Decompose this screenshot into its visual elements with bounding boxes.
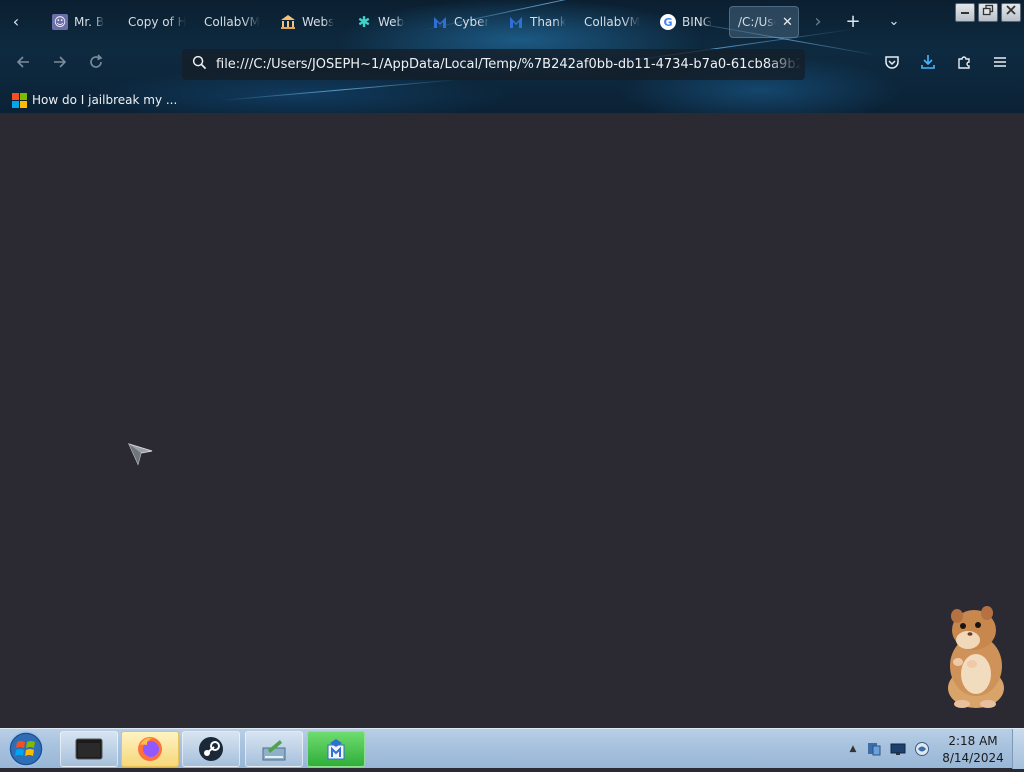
- malwarebytes-icon: [327, 739, 345, 760]
- taskbar: ▲ 2:18 AM 8/14/2024: [0, 728, 1024, 769]
- windows-orb-icon: [8, 731, 44, 767]
- google-icon: G: [660, 14, 676, 30]
- tab-9[interactable]: G BING: [652, 6, 718, 38]
- tab-label: CollabVM: [204, 15, 260, 29]
- bookmarks-toolbar: How do I jailbreak my ...: [0, 86, 1024, 113]
- close-icon: [1006, 5, 1016, 15]
- open-menu-button[interactable]: [986, 51, 1014, 79]
- restore-icon: [982, 4, 994, 16]
- avatar-icon: ☺: [52, 14, 68, 30]
- tab-3[interactable]: CollabVM: [196, 6, 262, 38]
- bookmark-item[interactable]: How do I jailbreak my ...: [12, 90, 177, 110]
- address-url[interactable]: file:///C:/Users/JOSEPH~1/AppData/Local/…: [216, 57, 801, 72]
- tab-label: /C:/Use: [738, 15, 776, 29]
- restore-window-button[interactable]: [978, 3, 998, 22]
- list-all-tabs-button[interactable]: ⌄: [880, 8, 908, 36]
- reload-icon: [90, 54, 103, 68]
- tab-label: Mr. B: [74, 15, 105, 29]
- network-tray-icon[interactable]: [866, 741, 882, 757]
- system-clock[interactable]: 2:18 AM 8/14/2024: [938, 733, 1008, 767]
- taskbar-app-steam[interactable]: [182, 731, 240, 767]
- show-hidden-icons-button[interactable]: ▲: [845, 741, 861, 757]
- tab-label: Thank: [530, 15, 566, 29]
- scroll-tabs-left-button[interactable]: ‹: [2, 8, 30, 36]
- browser-chrome: ‹ ☺ Mr. B Copy of H CollabVM Webs ✱ Web …: [0, 0, 1024, 113]
- puzzle-icon: ✱: [357, 13, 371, 31]
- mouse-cursor-icon: [128, 440, 154, 470]
- clock-time: 2:18 AM: [948, 734, 998, 748]
- close-icon[interactable]: ✕: [782, 15, 793, 30]
- minimize-window-button[interactable]: [955, 3, 975, 22]
- tab-label: CollabVM: [584, 15, 640, 29]
- steam-icon: [199, 737, 223, 761]
- forward-button[interactable]: [46, 51, 74, 79]
- monitor-tray-icon[interactable]: [890, 741, 906, 757]
- downloads-button[interactable]: [914, 51, 942, 79]
- navigation-toolbar: file:///C:/Users/JOSEPH~1/AppData/Local/…: [0, 44, 1024, 86]
- tab-10-active[interactable]: /C:/Use ✕: [729, 6, 799, 38]
- hamburger-menu-icon: [994, 57, 1006, 67]
- arrow-right-icon: [54, 56, 67, 68]
- bookmark-label: How do I jailbreak my ...: [32, 93, 178, 107]
- minimize-icon: [961, 12, 969, 14]
- tab-strip: ‹ ☺ Mr. B Copy of H CollabVM Webs ✱ Web …: [0, 0, 1024, 44]
- pocket-button[interactable]: [878, 51, 906, 79]
- scroll-tabs-right-button[interactable]: ›: [804, 8, 832, 36]
- extensions-button[interactable]: [950, 51, 978, 79]
- new-tab-button[interactable]: +: [839, 8, 867, 36]
- tab-4[interactable]: Webs: [272, 6, 338, 38]
- search-icon: [182, 55, 216, 74]
- puzzle-icon: [958, 56, 970, 69]
- pocket-icon: [885, 56, 899, 69]
- taskbar-app-malwarebytes[interactable]: [307, 731, 365, 767]
- hamster-sticker-image: [938, 604, 1010, 710]
- tab-label: BING: [682, 15, 713, 29]
- reload-button[interactable]: [82, 51, 110, 79]
- tab-7[interactable]: Thank: [500, 6, 566, 38]
- back-button[interactable]: [9, 51, 37, 79]
- bank-icon: [280, 14, 296, 30]
- volume-tray-icon[interactable]: [914, 741, 930, 757]
- clock-date: 8/14/2024: [942, 751, 1004, 765]
- malwarebytes-icon: [432, 14, 448, 30]
- show-desktop-button[interactable]: [1012, 729, 1024, 769]
- address-bar[interactable]: file:///C:/Users/JOSEPH~1/AppData/Local/…: [182, 49, 805, 80]
- arrow-left-icon: [16, 56, 29, 68]
- firefox-icon: [138, 737, 162, 761]
- tab-label: Webs: [302, 15, 335, 29]
- tab-label: Copy of H: [128, 15, 186, 29]
- tab-label: Web: [378, 15, 405, 29]
- tab-2[interactable]: Copy of H: [120, 6, 186, 38]
- terminal-icon: [75, 738, 103, 760]
- installer-icon: [262, 740, 286, 761]
- tab-8[interactable]: CollabVM: [576, 6, 642, 38]
- malwarebytes-icon: [508, 14, 524, 30]
- taskbar-app-terminal[interactable]: [60, 731, 118, 767]
- page-content[interactable]: [0, 113, 1024, 728]
- tab-6[interactable]: Cyber: [424, 6, 490, 38]
- download-icon: [921, 55, 935, 69]
- tab-label: Cyber: [454, 15, 490, 29]
- tab-5[interactable]: ✱ Web: [348, 6, 414, 38]
- tab-1[interactable]: ☺ Mr. B: [44, 6, 110, 38]
- taskbar-app-installer[interactable]: [245, 731, 303, 767]
- taskbar-app-firefox[interactable]: [121, 731, 179, 767]
- microsoft-logo-icon: [12, 92, 27, 108]
- start-button[interactable]: [4, 730, 48, 768]
- close-window-button[interactable]: [1001, 3, 1021, 22]
